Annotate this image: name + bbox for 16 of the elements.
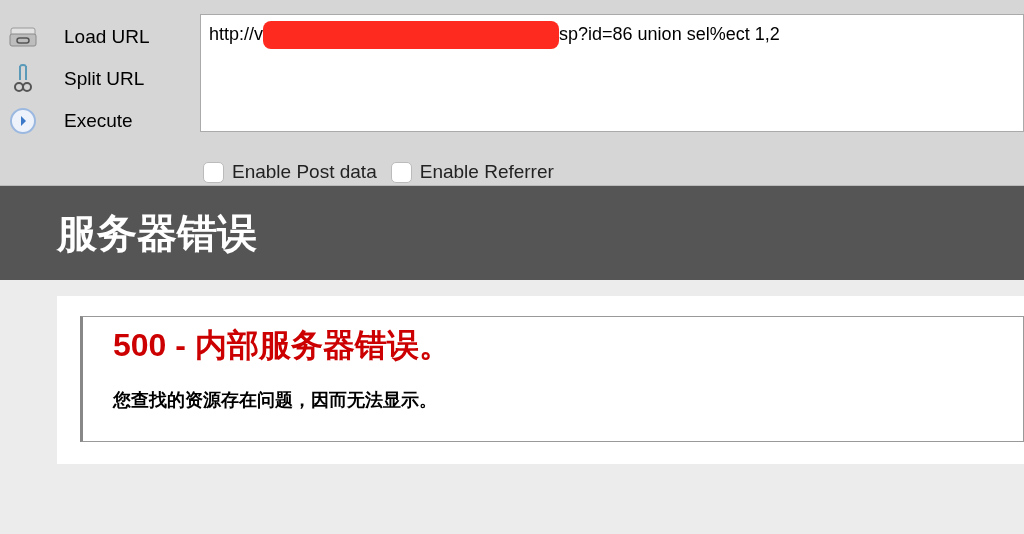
play-icon xyxy=(9,107,37,135)
error-title: 500 - 内部服务器错误。 xyxy=(113,326,452,365)
toolbar-button[interactable]: Load URL xyxy=(48,20,166,54)
toolbar-button[interactable]: Split URL xyxy=(48,62,161,96)
url-text: sp?id=86 union sel%ect 1,2 xyxy=(559,23,780,46)
checkbox[interactable] xyxy=(203,161,224,183)
error-message: 您查找的资源存在问题，因而无法显示。 xyxy=(113,389,438,412)
toolbar-button[interactable]: Execute xyxy=(48,104,149,138)
scissors-icon xyxy=(14,64,32,94)
url-text: http://v xyxy=(209,23,264,46)
checkbox-label: Enable Referrer xyxy=(419,160,554,184)
checkbox-label: Enable Post data xyxy=(232,160,377,184)
url-field[interactable]: http://v sp?id=86 union sel%ect 1,2 xyxy=(200,14,1024,132)
drive-icon xyxy=(9,26,37,48)
checkbox[interactable] xyxy=(390,161,412,183)
page-title: 服务器错误 xyxy=(57,210,257,257)
